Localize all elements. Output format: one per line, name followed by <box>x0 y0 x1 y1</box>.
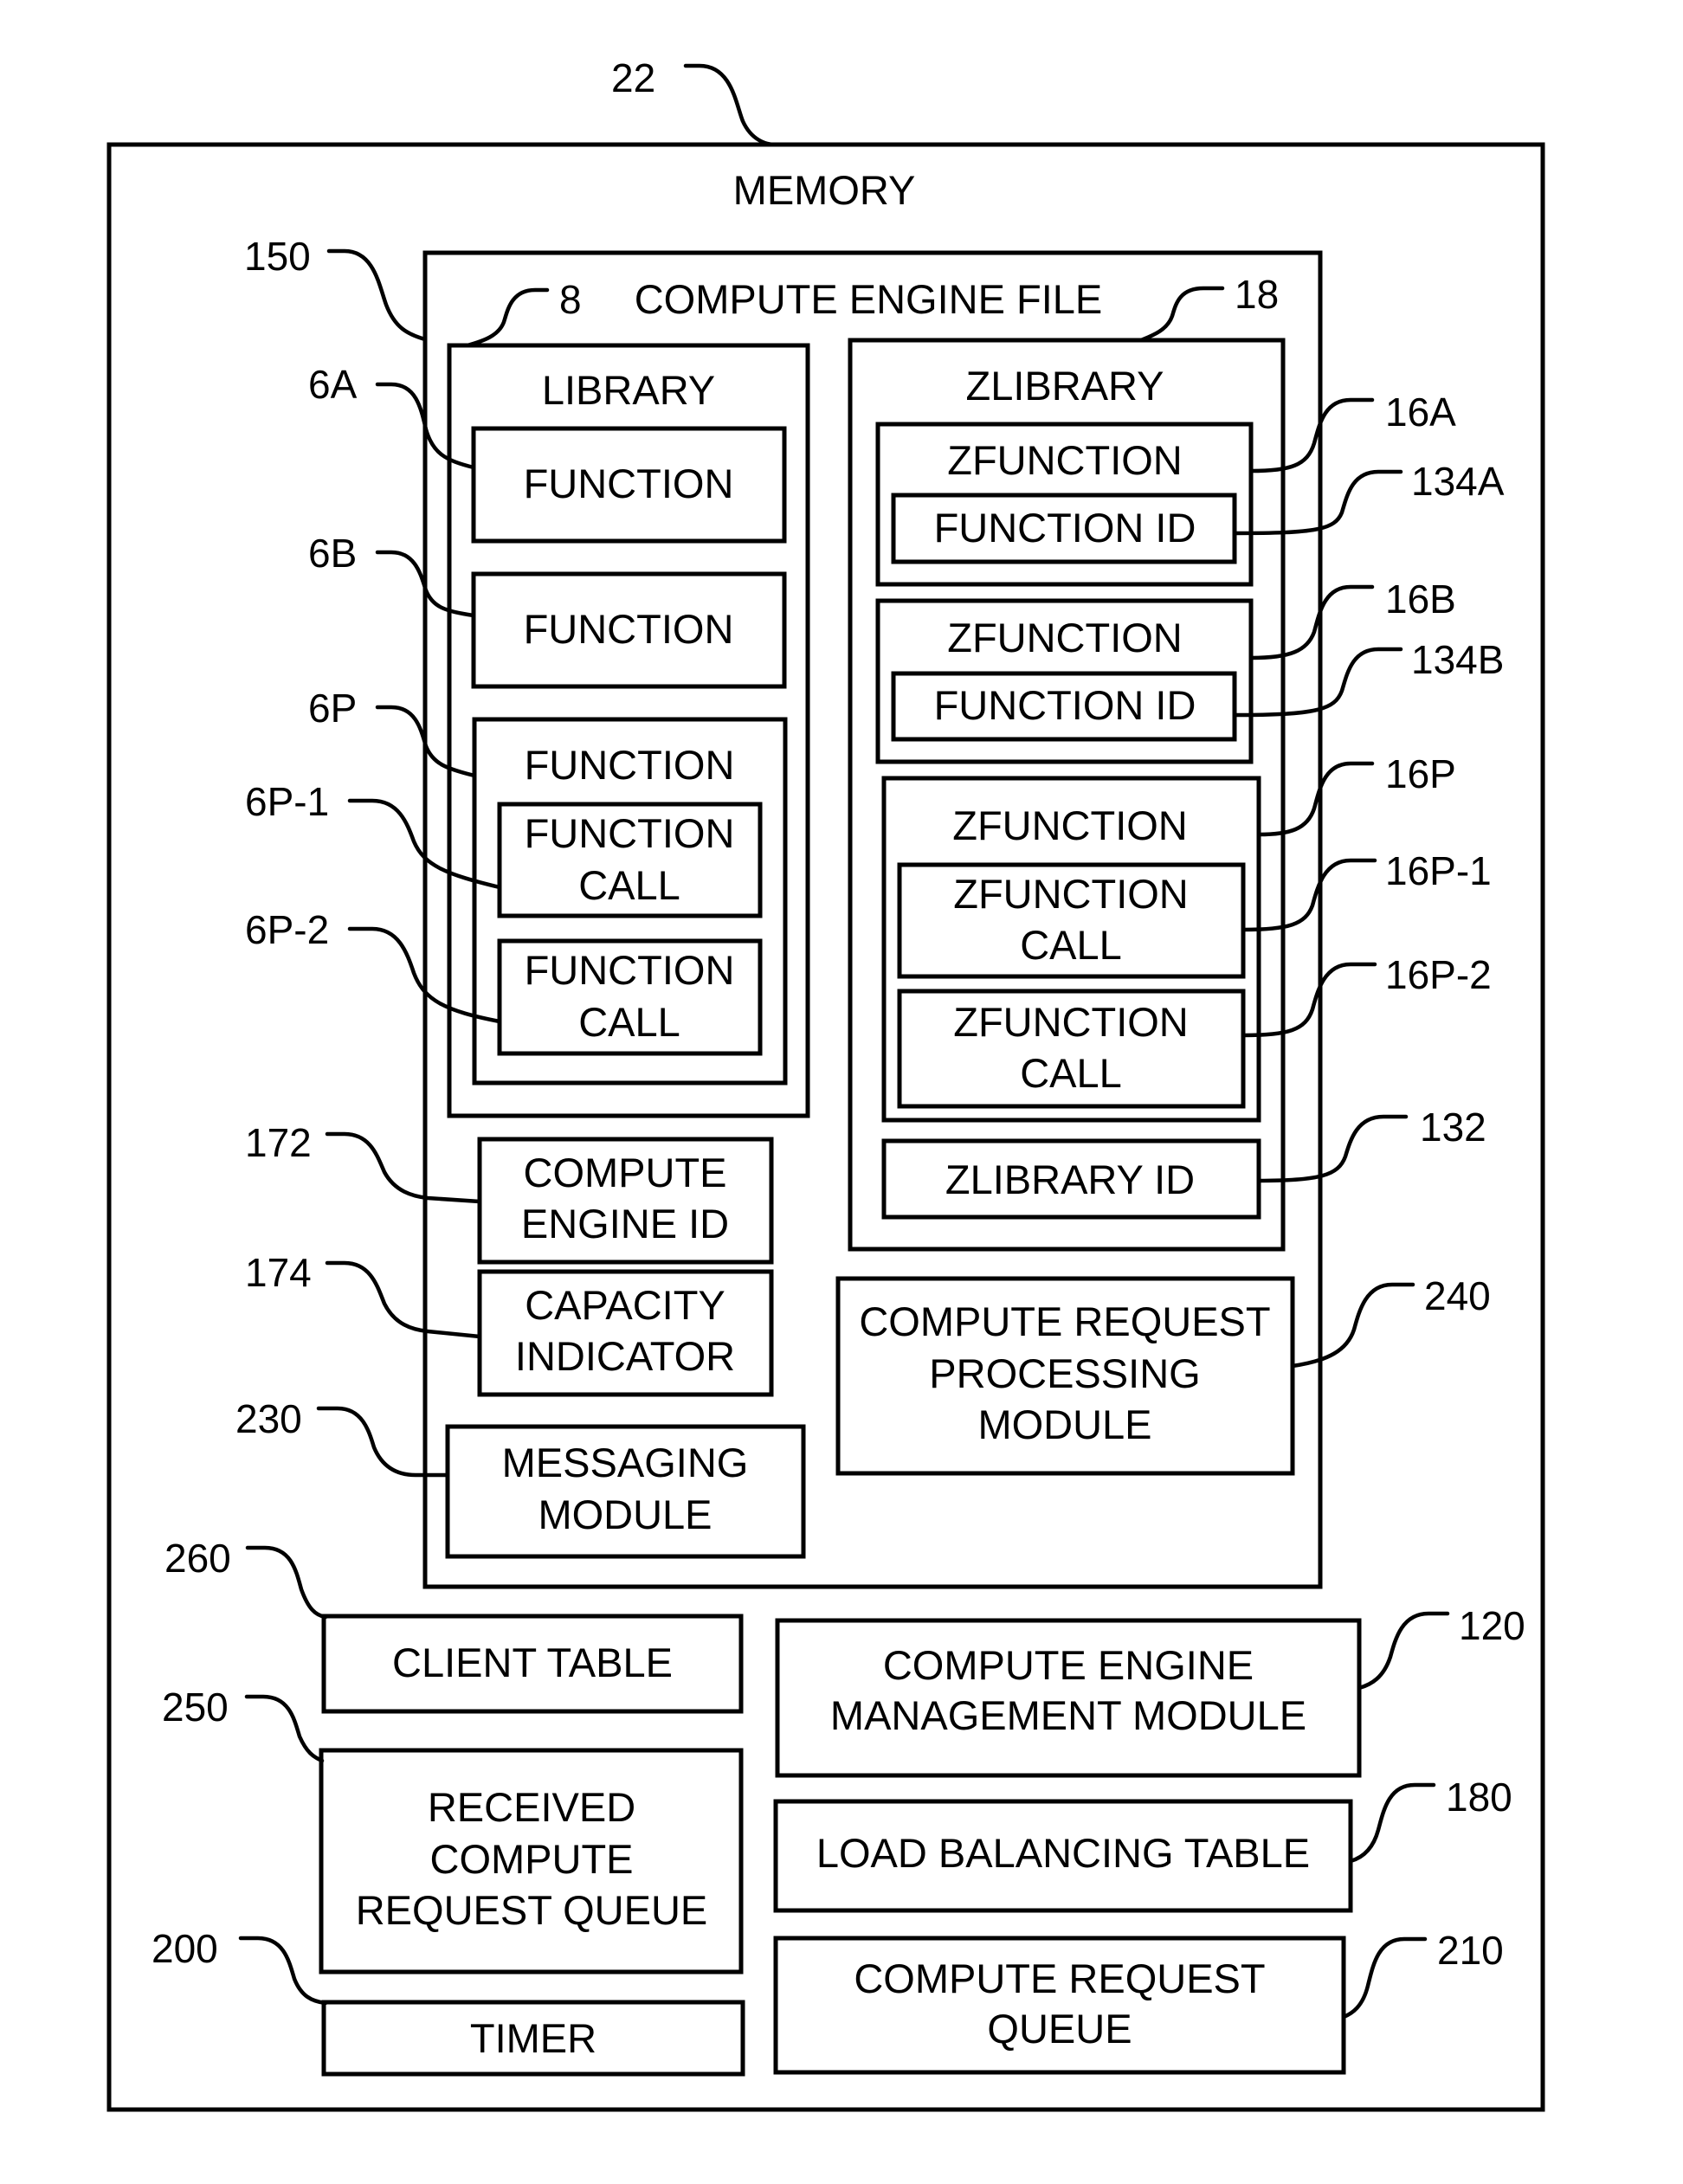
compute-engine-id-line1: COMPUTE <box>524 1150 727 1195</box>
leader-134a <box>1232 469 1403 536</box>
leader-memory <box>683 63 777 147</box>
compute-request-processing-module-line1: COMPUTE REQUEST <box>859 1298 1270 1344</box>
ref-label-180: 180 <box>1446 1775 1512 1820</box>
ref-label-16p: 16P <box>1385 751 1456 796</box>
leader-120 <box>1357 1611 1450 1691</box>
function-call-6p1-line2: CALL <box>578 862 680 908</box>
ref-label-172: 172 <box>245 1120 312 1165</box>
function-6b-label: FUNCTION <box>524 606 734 652</box>
ref-label-zlibrary: 18 <box>1235 272 1279 317</box>
zfunction-16p-label: ZFUNCTION <box>952 802 1188 848</box>
ref-label-240: 240 <box>1424 1273 1491 1318</box>
compute-engine-id-line2: ENGINE ID <box>521 1201 729 1247</box>
memory-items: CLIENT TABLE 260 RECEIVED COMPUTE REQUES… <box>152 1536 1525 2077</box>
ref-label-16b: 16B <box>1385 577 1456 622</box>
leader-library <box>465 287 550 348</box>
messaging-module-line2: MODULE <box>538 1491 712 1537</box>
function-6p-label: FUNCTION <box>525 742 735 788</box>
function-call-6p2-line1: FUNCTION <box>525 947 735 993</box>
ref-label-16p2: 16P-2 <box>1385 952 1492 997</box>
ref-label-230: 230 <box>235 1396 302 1441</box>
ref-label-6b: 6B <box>308 531 357 576</box>
leader-16b <box>1248 584 1375 660</box>
received-compute-request-queue-line2: COMPUTE <box>430 1836 634 1882</box>
ref-label-200: 200 <box>152 1926 218 1971</box>
zfunction-call-16p1-line2: CALL <box>1020 922 1122 968</box>
leader-210 <box>1341 1936 1428 2020</box>
zlibrary-title: ZLIBRARY <box>966 363 1164 409</box>
leader-compute-engine-file <box>326 248 428 342</box>
compute-request-queue-line2: QUEUE <box>987 2006 1132 2052</box>
leader-260 <box>245 1545 328 1620</box>
capacity-indicator-line2: INDICATOR <box>515 1333 735 1379</box>
leader-16p2 <box>1241 962 1377 1038</box>
client-table-label: CLIENT TABLE <box>392 1640 673 1685</box>
zfunction-call-16p1-line1: ZFUNCTION <box>953 871 1189 917</box>
function-6a-label: FUNCTION <box>524 461 734 506</box>
memory-diagram: MEMORY 22 COMPUTE ENGINE FILE 150 LIBRAR… <box>106 55 1545 2112</box>
zfunction-16a-label: ZFUNCTION <box>947 437 1183 483</box>
ref-label-16p1: 16P-1 <box>1385 848 1492 893</box>
ref-label-120: 120 <box>1459 1603 1525 1648</box>
zlibrary-id-label: ZLIBRARY ID <box>945 1156 1195 1202</box>
zfunction-16b-label: ZFUNCTION <box>947 615 1183 660</box>
compute-request-processing-module-line3: MODULE <box>977 1401 1151 1447</box>
function-call-6p1-line1: FUNCTION <box>525 810 735 856</box>
ref-label-210: 210 <box>1437 1928 1504 1973</box>
ref-label-6a: 6A <box>308 362 358 407</box>
received-compute-request-queue-line1: RECEIVED <box>428 1784 635 1830</box>
ref-label-16a: 16A <box>1385 390 1456 435</box>
leader-230 <box>316 1406 450 1478</box>
function-id-134b-label: FUNCTION ID <box>934 682 1196 728</box>
zlibrary-block: ZLIBRARY 18 ZFUNCTION FUNCTION ID 16A 13… <box>848 272 1505 1252</box>
leader-240 <box>1290 1282 1415 1369</box>
zfunction-call-16p2-line2: CALL <box>1020 1050 1122 1096</box>
ref-label-6p2: 6P-2 <box>245 907 329 952</box>
ref-label-library: 8 <box>559 277 582 322</box>
ref-label-compute-engine-file: 150 <box>244 234 311 279</box>
memory-box <box>106 142 1545 2112</box>
leader-174 <box>325 1260 482 1339</box>
received-compute-request-queue-line3: REQUEST QUEUE <box>356 1887 708 1933</box>
ref-label-134b: 134B <box>1411 637 1504 682</box>
ref-label-174: 174 <box>245 1250 312 1295</box>
leader-16p <box>1256 761 1375 837</box>
capacity-indicator-line1: CAPACITY <box>525 1282 725 1328</box>
leader-200 <box>238 1936 328 2006</box>
ref-label-6p1: 6P-1 <box>245 779 329 824</box>
ref-label-6p: 6P <box>308 686 357 731</box>
compute-request-queue-line1: COMPUTE REQUEST <box>854 1955 1265 2001</box>
library-block: LIBRARY 8 FUNCTION 6A FUNCTION 6B FUNCTI… <box>245 277 810 1118</box>
function-call-6p2-line2: CALL <box>578 999 680 1045</box>
compute-request-processing-module-line2: PROCESSING <box>929 1350 1200 1396</box>
ref-label-250: 250 <box>162 1685 229 1730</box>
timer-label: TIMER <box>470 2015 596 2061</box>
leader-16a <box>1248 397 1375 474</box>
leader-zlibrary <box>1138 286 1225 343</box>
leader-180 <box>1348 1782 1436 1864</box>
library-title: LIBRARY <box>542 367 715 413</box>
ref-label-memory: 22 <box>611 55 655 100</box>
ref-label-134a: 134A <box>1411 459 1505 504</box>
load-balancing-table-label: LOAD BALANCING TABLE <box>816 1830 1310 1876</box>
zfunction-call-16p2-line1: ZFUNCTION <box>953 999 1189 1045</box>
function-id-134a-label: FUNCTION ID <box>934 505 1196 551</box>
messaging-module-line1: MESSAGING <box>502 1440 749 1485</box>
compute-engine-file-title: COMPUTE ENGINE FILE <box>635 276 1103 322</box>
leader-250 <box>244 1694 325 1763</box>
compute-engine-management-module-line2: MANAGEMENT MODULE <box>830 1692 1306 1738</box>
leader-172 <box>325 1131 482 1204</box>
ref-label-260: 260 <box>164 1536 231 1581</box>
ref-label-132: 132 <box>1420 1105 1486 1150</box>
compute-engine-management-module-line1: COMPUTE ENGINE <box>883 1642 1254 1688</box>
leader-16p1 <box>1241 858 1377 932</box>
memory-title: MEMORY <box>733 167 916 213</box>
